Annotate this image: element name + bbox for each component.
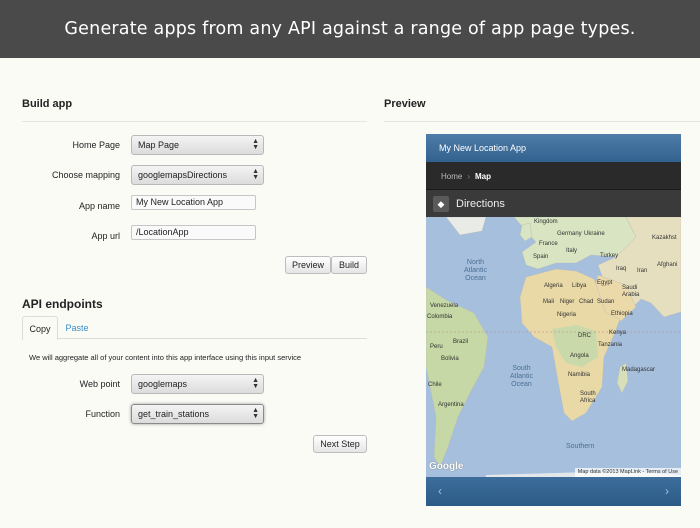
label-drc: DRC	[578, 333, 591, 339]
label-angola: Angola	[570, 353, 589, 359]
preview-heading: Preview	[384, 98, 426, 110]
build-button[interactable]: Build	[331, 256, 367, 274]
preview-button[interactable]: Preview	[285, 256, 331, 274]
function-label: Function	[85, 409, 120, 419]
map-land	[426, 217, 681, 477]
label-italy: Italy	[566, 248, 578, 254]
mapping-label: Choose mapping	[51, 170, 120, 180]
label-colombia: Colombia	[427, 314, 453, 320]
google-logo: Google	[429, 461, 464, 472]
label-ukraine: Ukraine	[584, 231, 605, 237]
label-iraq: Iraq	[616, 266, 627, 272]
function-select[interactable]: get_train_stations ▲ ▼	[131, 404, 264, 424]
label-kenya: Kenya	[609, 330, 627, 336]
web-point-value: googlemaps	[138, 379, 188, 389]
api-tabs: Copy Paste	[22, 316, 367, 340]
select-arrows-icon: ▲ ▼	[252, 377, 259, 390]
api-endpoints-heading: API endpoints	[22, 297, 103, 311]
next-arrow-icon[interactable]: ›	[665, 484, 669, 498]
ocean-southern: Southern	[566, 443, 595, 450]
prev-arrow-icon[interactable]: ‹	[438, 484, 442, 498]
function-value: get_train_stations	[138, 409, 210, 419]
label-niger: Niger	[560, 299, 575, 305]
mapping-value: googlemapsDirections	[138, 170, 228, 180]
label-south-africa: South Africa	[580, 391, 596, 404]
next-step-button[interactable]: Next Step	[313, 435, 367, 453]
api-description: We will aggregate all of your content in…	[29, 353, 302, 362]
build-app-divider	[22, 121, 367, 122]
select-arrows-icon: ▲ ▼	[252, 168, 259, 181]
label-germany: Germany	[557, 231, 582, 237]
directions-title: Directions	[456, 198, 505, 210]
label-france: France	[539, 241, 558, 247]
app-header: My New Location App	[426, 134, 681, 162]
banner: Generate apps from any API against a ran…	[0, 0, 700, 58]
app-name-label: App name	[78, 201, 120, 211]
label-mali: Mali	[543, 299, 555, 305]
ocean-north-atlantic: North Atlantic Ocean	[464, 259, 487, 282]
app-url-input[interactable]: /LocationApp	[131, 225, 256, 240]
label-turkey: Turkey	[600, 253, 619, 259]
label-bolivia: Bolivia	[441, 356, 459, 362]
label-chad: Chad	[579, 299, 594, 305]
mapping-select[interactable]: googlemapsDirections ▲ ▼	[131, 165, 264, 185]
banner-text: Generate apps from any API against a ran…	[64, 19, 636, 39]
label-venezuela: Venezuela	[430, 303, 459, 309]
breadcrumb-home[interactable]: Home	[441, 172, 462, 181]
build-app-heading: Build app	[22, 98, 73, 110]
label-egypt: Egypt	[597, 280, 613, 286]
label-peru: Peru	[430, 344, 443, 350]
label-brazil: Brazil	[453, 339, 469, 345]
world-map[interactable]: North Atlantic Ocean South Atlantic Ocea…	[426, 217, 681, 477]
label-namibia: Namibia	[568, 372, 591, 378]
label-iran: Iran	[637, 268, 648, 274]
label-nigeria: Nigeria	[557, 312, 577, 318]
home-page-select[interactable]: Map Page ▲ ▼	[131, 135, 264, 155]
label-ethiopia: Ethiopia	[611, 311, 633, 317]
label-algeria: Algeria	[544, 283, 563, 289]
breadcrumb-current: Map	[475, 172, 492, 181]
home-page-value: Map Page	[138, 140, 180, 150]
label-kazakhstan: Kazakhst	[652, 235, 677, 241]
label-sudan: Sudan	[597, 299, 615, 305]
phone-preview: My New Location App Home › Map ◆ Direction…	[426, 134, 681, 506]
home-page-label: Home Page	[72, 140, 120, 150]
app-footer: ‹ ›	[426, 477, 681, 506]
label-madagascar: Madagascar	[622, 367, 656, 373]
directions-bar: ◆ Directions	[426, 189, 681, 217]
app-url-label: App url	[91, 231, 120, 241]
map-attribution[interactable]: Map data ©2013 MapLink - Terms of Use	[574, 468, 681, 477]
web-point-label: Web point	[79, 379, 120, 389]
label-saudi-arabia: Saudi Arabia	[622, 285, 640, 298]
web-point-select[interactable]: googlemaps ▲ ▼	[131, 374, 264, 394]
ocean-south-atlantic: South Atlantic Ocean	[510, 365, 533, 388]
breadcrumb-separator: ›	[467, 172, 471, 181]
label-kingdom: Kingdom	[534, 219, 558, 225]
select-arrows-icon: ▲ ▼	[252, 407, 259, 420]
label-libya: Libya	[572, 283, 587, 289]
select-arrows-icon: ▲ ▼	[252, 138, 259, 151]
label-spain: Spain	[533, 254, 549, 260]
label-argentina: Argentina	[438, 402, 464, 408]
breadcrumb: Home › Map	[426, 162, 681, 189]
label-tanzania: Tanzania	[598, 342, 623, 348]
directions-icon[interactable]: ◆	[433, 196, 449, 212]
app-title: My New Location App	[439, 143, 527, 153]
preview-divider	[384, 121, 700, 122]
label-chile: Chile	[428, 382, 442, 388]
label-afghanistan: Afghani	[657, 262, 678, 268]
tab-copy[interactable]: Copy	[22, 316, 58, 340]
app-name-input[interactable]: My New Location App	[131, 195, 256, 210]
tab-paste[interactable]: Paste	[58, 316, 96, 340]
